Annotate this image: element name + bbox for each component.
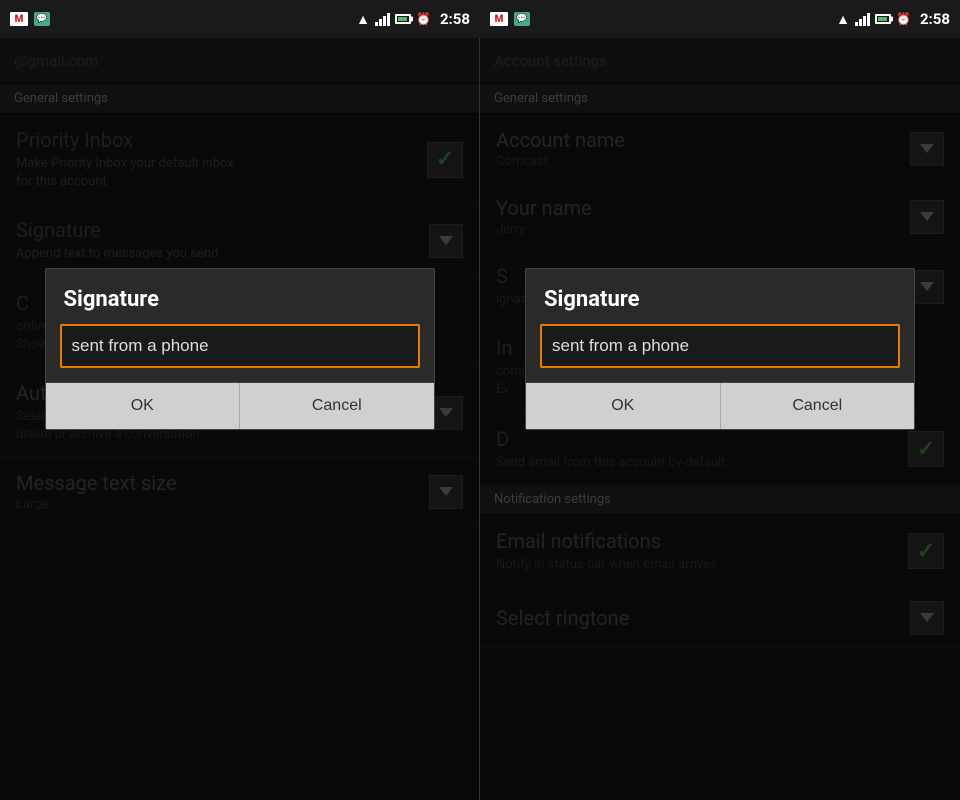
wifi-icon-2: ▲ bbox=[836, 11, 850, 28]
right-status-icons-right: ▲ ⏰ 2:58 bbox=[836, 10, 950, 28]
left-dialog-overlay: Signature OK Cancel bbox=[0, 38, 479, 800]
right-panel: Account settings General settings Accoun… bbox=[480, 38, 960, 800]
battery-icon-2 bbox=[875, 14, 891, 24]
left-ok-button[interactable]: OK bbox=[46, 383, 241, 429]
right-dialog-buttons: OK Cancel bbox=[526, 382, 914, 429]
signal-icon bbox=[375, 12, 390, 26]
left-dialog-title: Signature bbox=[46, 269, 434, 324]
wifi-icon: ▲ bbox=[356, 11, 370, 28]
panels: @gmail.com General settings Priority Inb… bbox=[0, 38, 960, 800]
right-dialog-overlay: Signature OK Cancel bbox=[480, 38, 960, 800]
right-dialog-title: Signature bbox=[526, 269, 914, 324]
left-signature-input[interactable] bbox=[60, 324, 420, 368]
left-panel: @gmail.com General settings Priority Inb… bbox=[0, 38, 480, 800]
time-left: 2:58 bbox=[440, 10, 470, 28]
status-bar-right: M 💬 ▲ ⏰ 2:58 bbox=[480, 0, 960, 38]
time-right: 2:58 bbox=[920, 10, 950, 28]
clock-icon: ⏰ bbox=[416, 12, 431, 26]
signal-icon-2 bbox=[855, 12, 870, 26]
gmail-icon-2: M bbox=[490, 12, 508, 26]
right-dialog: Signature OK Cancel bbox=[525, 268, 915, 430]
right-half-left-icons: M 💬 bbox=[490, 12, 530, 26]
right-dialog-input-wrapper bbox=[526, 324, 914, 382]
status-bar-left: M 💬 ▲ ⏰ 2:58 bbox=[0, 0, 480, 38]
status-bar: M 💬 ▲ ⏰ 2:58 M 💬 ▲ bbox=[0, 0, 960, 38]
battery-icon bbox=[395, 14, 411, 24]
right-signature-input[interactable] bbox=[540, 324, 900, 368]
gmail-icon: M bbox=[10, 12, 28, 26]
left-dialog-buttons: OK Cancel bbox=[46, 382, 434, 429]
left-dialog-input-wrapper bbox=[46, 324, 434, 382]
left-dialog: Signature OK Cancel bbox=[45, 268, 435, 430]
left-status-icons: M 💬 bbox=[10, 12, 50, 26]
left-cancel-button[interactable]: Cancel bbox=[240, 383, 434, 429]
right-status-icons-left: ▲ ⏰ 2:58 bbox=[356, 10, 470, 28]
clock-icon-2: ⏰ bbox=[896, 12, 911, 26]
chat-icon-2: 💬 bbox=[514, 12, 530, 26]
chat-icon: 💬 bbox=[34, 12, 50, 26]
right-cancel-button[interactable]: Cancel bbox=[721, 383, 915, 429]
right-ok-button[interactable]: OK bbox=[526, 383, 721, 429]
